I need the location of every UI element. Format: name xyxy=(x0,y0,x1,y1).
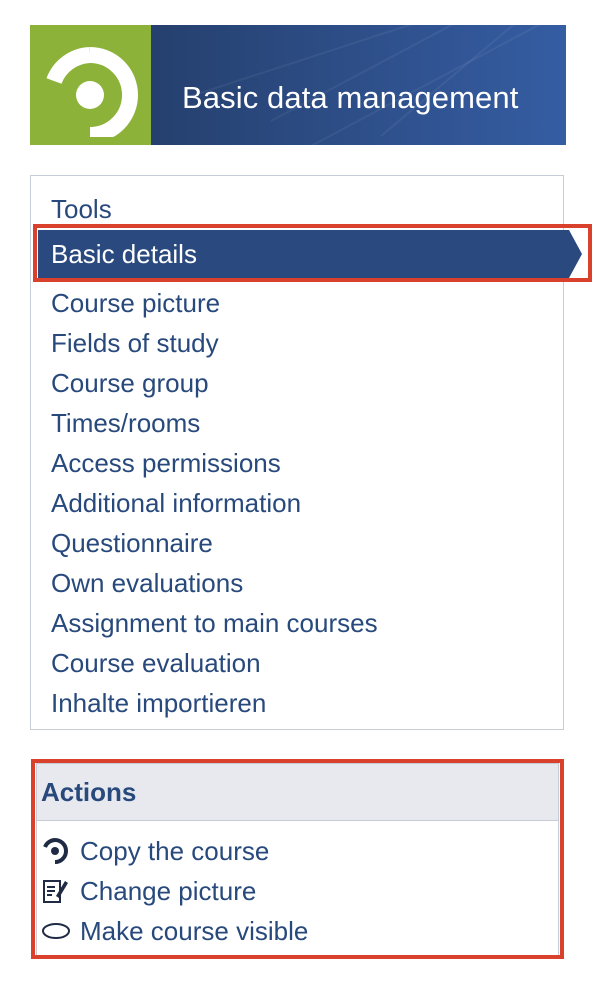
visibility-eye-icon xyxy=(41,916,73,946)
make-course-visible-action[interactable]: Make course visible xyxy=(41,916,308,946)
nav-item-additional-information[interactable]: Additional information xyxy=(51,488,301,518)
action-label: Copy the course xyxy=(80,836,270,866)
actions-header: Actions xyxy=(37,764,558,821)
nav-item-inhalte-importieren[interactable]: Inhalte importieren xyxy=(51,688,266,718)
sidebar-navigation: Tools Basic details Course picture Field… xyxy=(30,175,582,730)
nav-item-tools[interactable]: Tools xyxy=(51,194,112,224)
page-header: Basic data management xyxy=(30,25,566,145)
actions-title: Actions xyxy=(41,777,137,807)
nav-item-questionnaire[interactable]: Questionnaire xyxy=(51,528,213,558)
nav-item-course-evaluation[interactable]: Course evaluation xyxy=(51,648,261,678)
studip-logo xyxy=(30,25,151,145)
change-picture-action[interactable]: Change picture xyxy=(41,876,256,906)
header-banner: Basic data management xyxy=(151,25,566,145)
copy-course-action[interactable]: Copy the course xyxy=(41,836,269,866)
action-label: Make course visible xyxy=(80,916,309,946)
nav-item-label: Basic details xyxy=(51,239,197,269)
nav-item-assignment-to-main-courses[interactable]: Assignment to main courses xyxy=(51,608,378,638)
copy-course-icon xyxy=(41,836,73,866)
nav-item-own-evaluations[interactable]: Own evaluations xyxy=(51,568,243,598)
nav-item-course-picture[interactable]: Course picture xyxy=(51,288,220,318)
nav-item-course-group[interactable]: Course group xyxy=(51,368,209,398)
nav-item-fields-of-study[interactable]: Fields of study xyxy=(51,328,219,358)
nav-item-times-rooms[interactable]: Times/rooms xyxy=(51,408,200,438)
nav-item-basic-details[interactable]: Basic details xyxy=(38,230,582,278)
page-title: Basic data management xyxy=(182,80,519,115)
edit-picture-icon xyxy=(41,876,73,906)
action-label: Change picture xyxy=(80,876,257,906)
actions-panel: Actions Copy the course Change picture M… xyxy=(36,763,559,956)
nav-item-access-permissions[interactable]: Access permissions xyxy=(51,448,281,478)
studip-logo-icon xyxy=(46,47,138,137)
